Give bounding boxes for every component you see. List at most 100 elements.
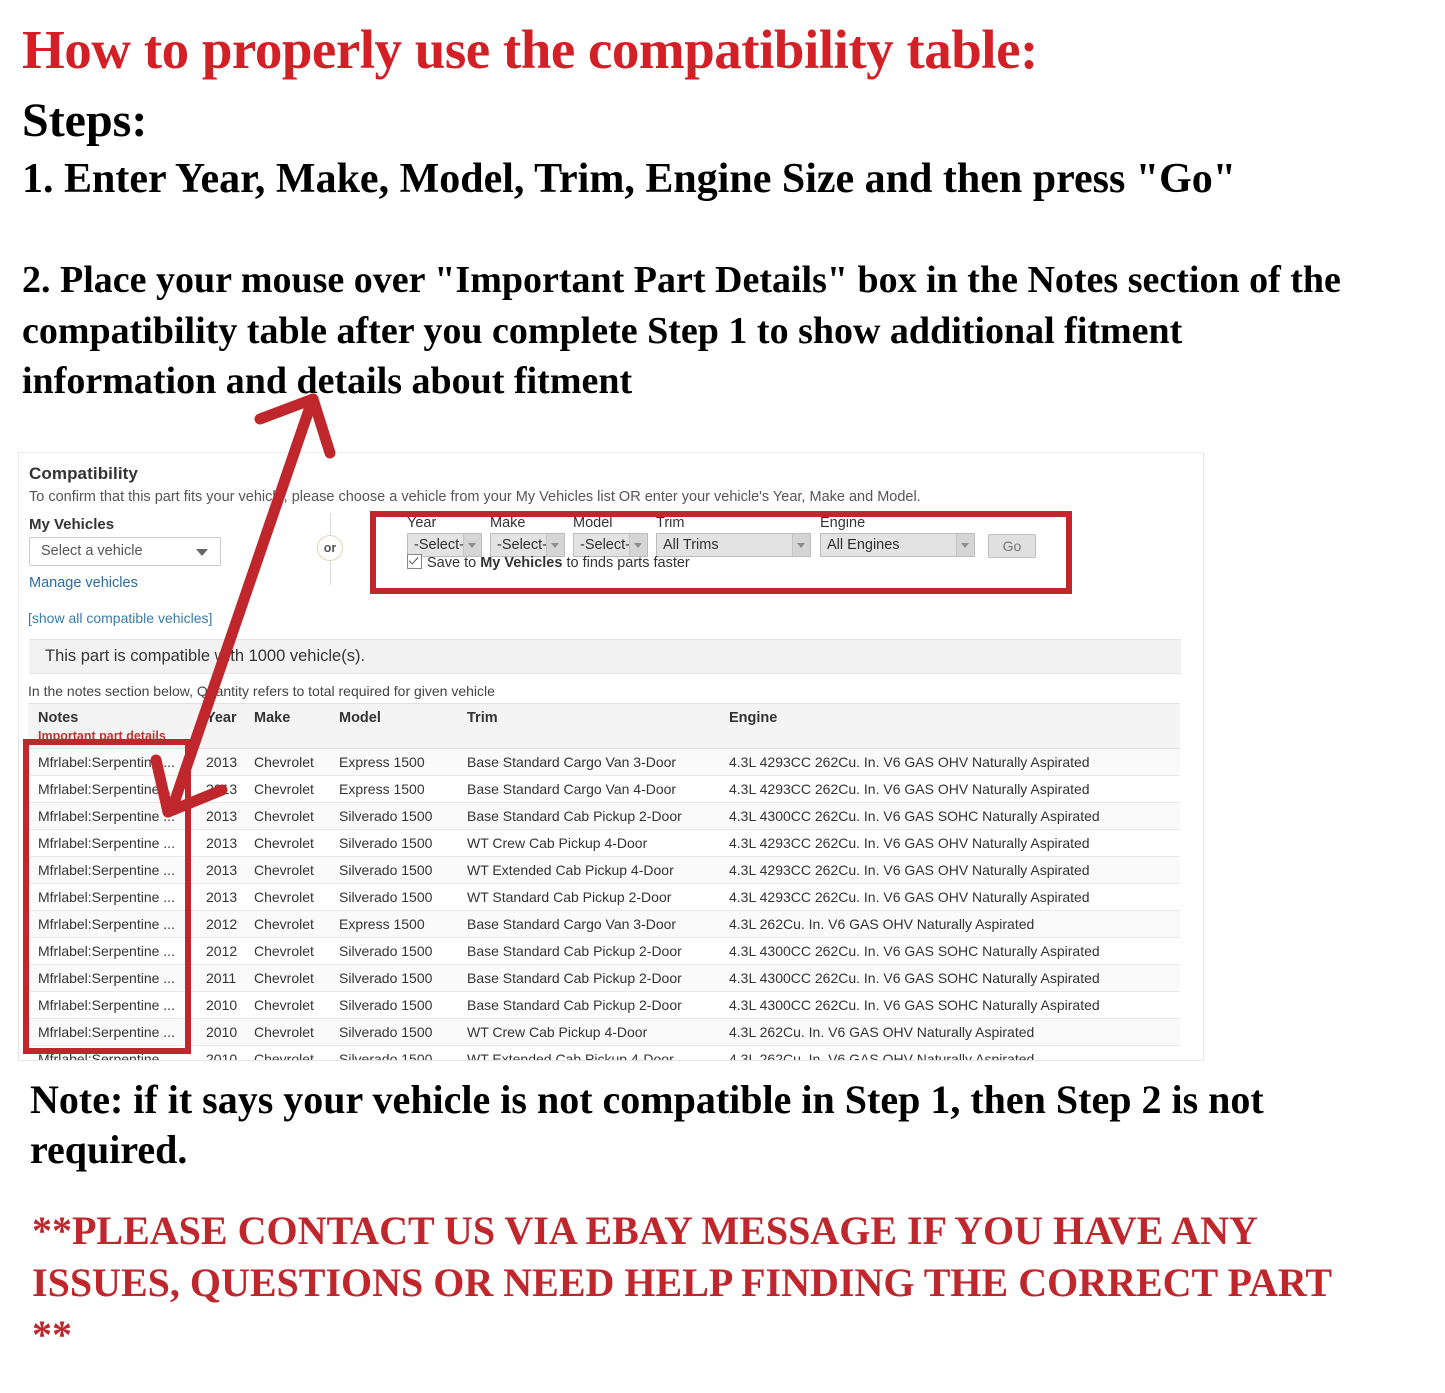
steps-label: Steps: [22, 94, 148, 147]
annotation-box-vehicle-selector [370, 511, 1072, 594]
cell-model: Silverado 1500 [329, 829, 457, 857]
vehicle-select-dropdown[interactable]: Select a vehicle [29, 537, 221, 566]
table-row[interactable]: Mfrlabel:Serpentine ... 2011 Chevrolet Silv… [28, 964, 1180, 992]
compatible-count-text: This part is compatible with 1000 vehicl… [45, 647, 366, 665]
cell-model: Silverado 1500 [329, 856, 457, 884]
column-header-trim[interactable]: Trim [457, 703, 719, 749]
compatible-count-banner: This part is compatible with 1000 vehicl… [29, 639, 1181, 674]
manage-vehicles-link[interactable]: Manage vehicles [29, 575, 138, 591]
cell-engine: 4.3L 4300CC 262Cu. In. V6 GAS SOHC Natur… [719, 937, 1180, 965]
table-row[interactable]: Mfrlabel:Serpentine ... 2013 Chevrolet Silv… [28, 802, 1180, 830]
cell-engine: 4.3L 4300CC 262Cu. In. V6 GAS SOHC Natur… [719, 802, 1180, 830]
cell-engine: 4.3L 4300CC 262Cu. In. V6 GAS SOHC Natur… [719, 964, 1180, 992]
annotation-box-notes-column [23, 739, 191, 1054]
column-header-year[interactable]: Year [196, 703, 244, 749]
cell-model: Silverado 1500 [329, 1045, 457, 1060]
cell-make: Chevrolet [244, 883, 329, 911]
note-text: Note: if it says your vehicle is not com… [30, 1077, 1264, 1173]
cell-make: Chevrolet [244, 829, 329, 857]
cell-make: Chevrolet [244, 1045, 329, 1060]
column-header-make[interactable]: Make [244, 703, 329, 749]
cell-year: 2013 [196, 829, 244, 857]
page-title: How to properly use the compatibility ta… [22, 19, 1038, 80]
cell-year: 2010 [196, 1018, 244, 1046]
cell-trim: WT Extended Cab Pickup 4-Door [457, 1045, 719, 1060]
column-header-model[interactable]: Model [329, 703, 457, 749]
cell-trim: Base Standard Cab Pickup 2-Door [457, 964, 719, 992]
chevron-down-icon [196, 549, 208, 556]
cell-engine: 4.3L 262Cu. In. V6 GAS OHV Naturally Asp… [719, 910, 1180, 938]
cell-make: Chevrolet [244, 856, 329, 884]
cell-year: 2011 [196, 964, 244, 992]
cell-engine: 4.3L 262Cu. In. V6 GAS OHV Naturally Asp… [719, 1045, 1180, 1060]
cell-year: 2013 [196, 883, 244, 911]
cell-trim: Base Standard Cab Pickup 2-Door [457, 802, 719, 830]
step-2-text: 2. Place your mouse over "Important Part… [22, 259, 1341, 403]
cell-year: 2012 [196, 910, 244, 938]
cell-engine: 4.3L 4293CC 262Cu. In. V6 GAS OHV Natura… [719, 856, 1180, 884]
arrow-head-upper-right-barb [307, 393, 336, 459]
cell-engine: 4.3L 4293CC 262Cu. In. V6 GAS OHV Natura… [719, 883, 1180, 911]
cell-make: Chevrolet [244, 1018, 329, 1046]
cell-year: 2013 [196, 775, 244, 803]
cell-engine: 4.3L 4300CC 262Cu. In. V6 GAS SOHC Natur… [719, 991, 1180, 1019]
cell-year: 2013 [196, 802, 244, 830]
cell-year: 2013 [196, 856, 244, 884]
cell-trim: WT Crew Cab Pickup 4-Door [457, 829, 719, 857]
table-row[interactable]: Mfrlabel:Serpentine ... 2013 Chevrolet Silv… [28, 883, 1180, 911]
cell-trim: WT Crew Cab Pickup 4-Door [457, 1018, 719, 1046]
cell-engine: 4.3L 4293CC 262Cu. In. V6 GAS OHV Natura… [719, 775, 1180, 803]
cell-make: Chevrolet [244, 775, 329, 803]
table-row[interactable]: Mfrlabel:Serpentine ... 2013 Chevrolet Expr… [28, 775, 1180, 803]
cell-trim: WT Extended Cab Pickup 4-Door [457, 856, 719, 884]
table-row[interactable]: Mfrlabel:Serpentine ... 2010 Chevrolet Silv… [28, 1045, 1180, 1060]
compatibility-table-body: Mfrlabel:Serpentine ... 2013 Chevrolet Expr… [28, 748, 1180, 1060]
contact-us-text: **PLEASE CONTACT US VIA EBAY MESSAGE IF … [32, 1208, 1332, 1357]
cell-model: Express 1500 [329, 775, 457, 803]
compatibility-heading: Compatibility [29, 464, 138, 483]
table-row[interactable]: Mfrlabel:Serpentine ... 2013 Chevrolet Silv… [28, 856, 1180, 884]
cell-model: Express 1500 [329, 748, 457, 776]
table-row[interactable]: Mfrlabel:Serpentine ... 2010 Chevrolet Silv… [28, 1018, 1180, 1046]
cell-model: Silverado 1500 [329, 964, 457, 992]
compatibility-subtitle: To confirm that this part fits your vehi… [29, 489, 921, 505]
cell-make: Chevrolet [244, 964, 329, 992]
cell-trim: Base Standard Cab Pickup 2-Door [457, 937, 719, 965]
cell-model: Silverado 1500 [329, 937, 457, 965]
table-row[interactable]: Mfrlabel:Serpentine ... 2010 Chevrolet Silv… [28, 991, 1180, 1019]
cell-make: Chevrolet [244, 748, 329, 776]
column-header-notes-label: Notes [38, 710, 79, 726]
cell-model: Silverado 1500 [329, 883, 457, 911]
table-row[interactable]: Mfrlabel:Serpentine ... 2013 Chevrolet Expr… [28, 748, 1180, 776]
step-1-text: 1. Enter Year, Make, Model, Trim, Engine… [22, 156, 1237, 202]
cell-model: Silverado 1500 [329, 1018, 457, 1046]
table-header-row: Notes Important part details Year Make M… [28, 703, 1180, 749]
cell-year: 2012 [196, 937, 244, 965]
cell-engine: 4.3L 262Cu. In. V6 GAS OHV Naturally Asp… [719, 1018, 1180, 1046]
cell-engine: 4.3L 4293CC 262Cu. In. V6 GAS OHV Natura… [719, 829, 1180, 857]
column-header-engine[interactable]: Engine [719, 703, 1180, 749]
table-row[interactable]: Mfrlabel:Serpentine ... 2012 Chevrolet Silv… [28, 937, 1180, 965]
cell-model: Silverado 1500 [329, 802, 457, 830]
cell-model: Silverado 1500 [329, 991, 457, 1019]
cell-trim: Base Standard Cargo Van 3-Door [457, 748, 719, 776]
show-all-compatible-vehicles-link[interactable]: [show all compatible vehicles] [28, 610, 212, 626]
cell-year: 2010 [196, 1045, 244, 1060]
vehicle-select-value: Select a vehicle [41, 543, 143, 559]
cell-year: 2013 [196, 748, 244, 776]
or-badge: or [317, 535, 343, 561]
compatibility-table: Notes Important part details Year Make M… [28, 703, 1180, 1060]
cell-trim: Base Standard Cab Pickup 2-Door [457, 991, 719, 1019]
table-row[interactable]: Mfrlabel:Serpentine ... 2012 Chevrolet Expr… [28, 910, 1180, 938]
cell-make: Chevrolet [244, 991, 329, 1019]
or-divider: or [311, 513, 351, 585]
quantity-note: In the notes section below, Quantity ref… [28, 683, 495, 699]
cell-engine: 4.3L 4293CC 262Cu. In. V6 GAS OHV Natura… [719, 748, 1180, 776]
my-vehicles-label: My Vehicles [29, 516, 115, 533]
or-label: or [323, 541, 337, 555]
cell-trim: Base Standard Cargo Van 4-Door [457, 775, 719, 803]
cell-make: Chevrolet [244, 937, 329, 965]
table-row[interactable]: Mfrlabel:Serpentine ... 2013 Chevrolet Silv… [28, 829, 1180, 857]
cell-make: Chevrolet [244, 910, 329, 938]
cell-model: Express 1500 [329, 910, 457, 938]
